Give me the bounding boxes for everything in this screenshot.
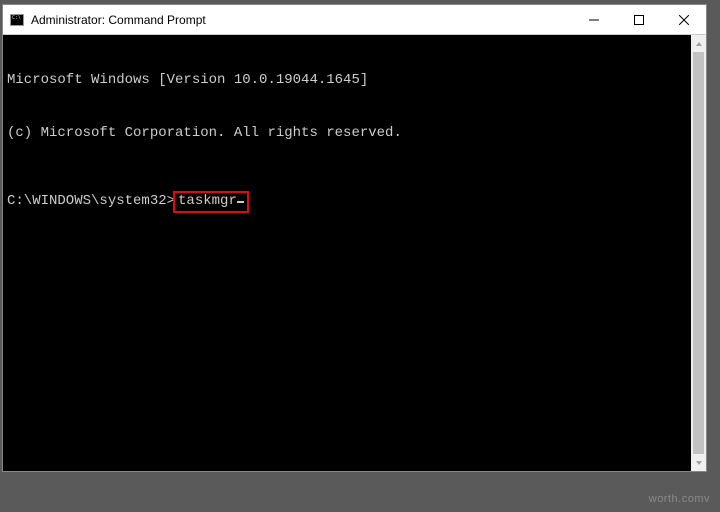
vertical-scrollbar[interactable] (691, 35, 706, 471)
window-title: Administrator: Command Prompt (31, 13, 571, 27)
copyright-line: (c) Microsoft Corporation. All rights re… (7, 125, 702, 143)
command-highlight: taskmgr (173, 191, 249, 213)
cmd-icon (9, 12, 25, 28)
cursor (237, 201, 244, 203)
window-controls (571, 5, 706, 34)
prompt-path: C:\WINDOWS\system32> (7, 193, 175, 211)
scroll-down-icon[interactable] (691, 454, 706, 471)
terminal-area[interactable]: Microsoft Windows [Version 10.0.19044.16… (3, 35, 706, 471)
scroll-thumb[interactable] (693, 52, 704, 454)
titlebar[interactable]: Administrator: Command Prompt (3, 5, 706, 35)
minimize-button[interactable] (571, 5, 616, 34)
watermark-text: worth.comv (649, 493, 710, 505)
maximize-button[interactable] (616, 5, 661, 34)
command-prompt-window: Administrator: Command Prompt Microsoft … (2, 4, 707, 472)
close-button[interactable] (661, 5, 706, 34)
prompt-line: C:\WINDOWS\system32>taskmgr (7, 191, 702, 213)
scroll-up-icon[interactable] (691, 35, 706, 52)
typed-command: taskmgr (178, 193, 237, 211)
version-line: Microsoft Windows [Version 10.0.19044.16… (7, 72, 702, 90)
